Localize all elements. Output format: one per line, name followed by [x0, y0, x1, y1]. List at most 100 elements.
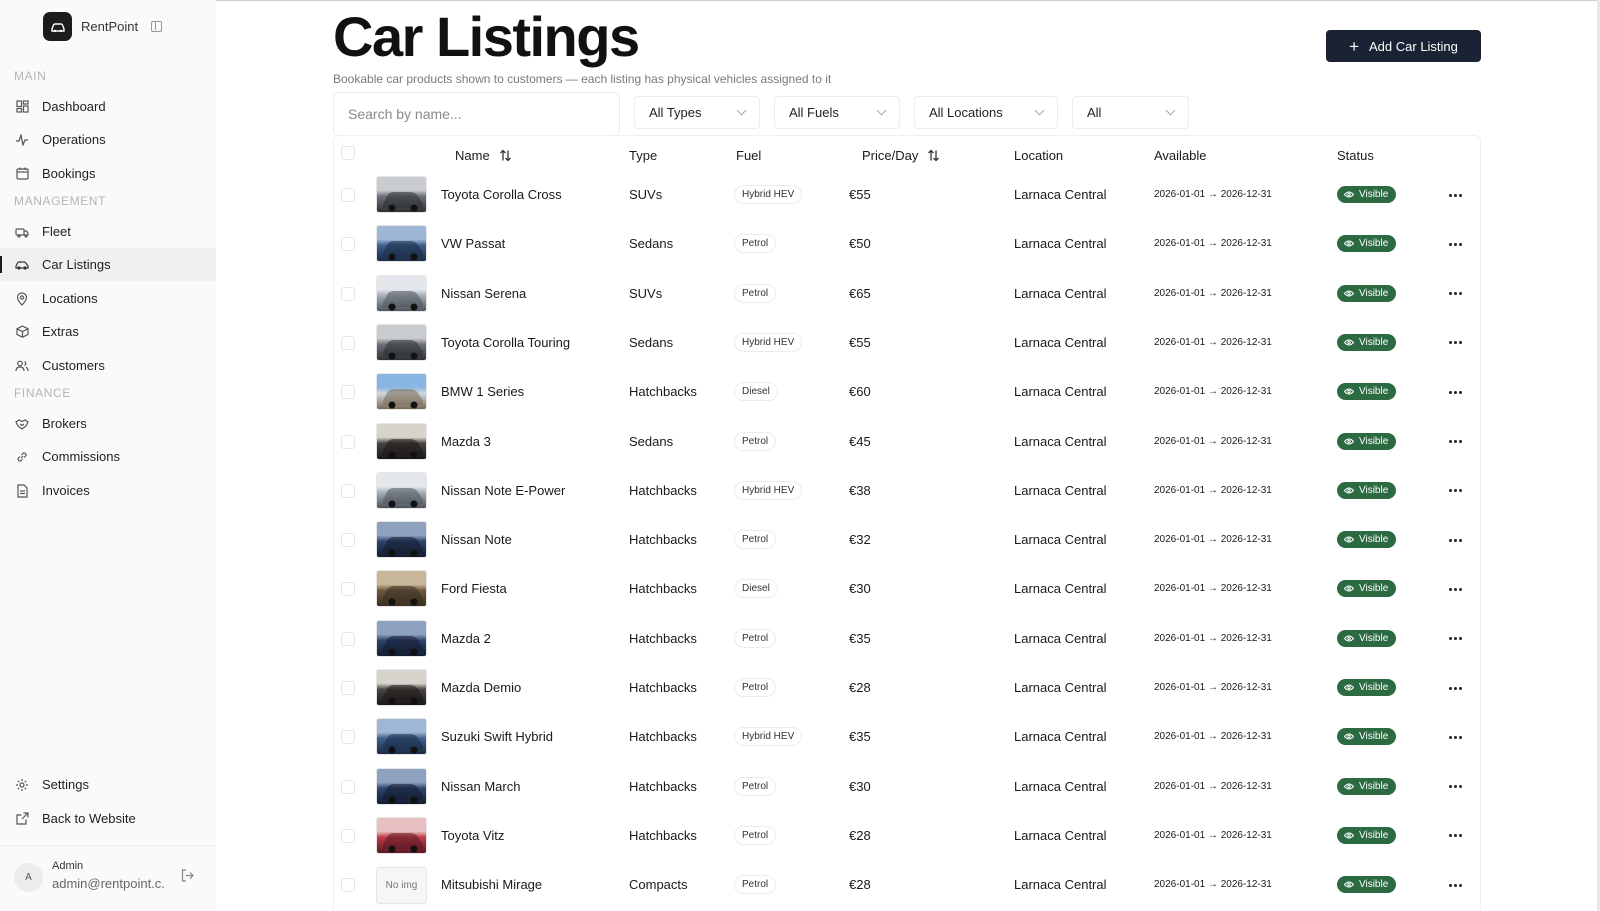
sidebar-item-commissions[interactable]: Commissions — [0, 440, 216, 473]
row-actions-menu-icon[interactable] — [1445, 681, 1465, 695]
listing-name[interactable]: Toyota Vitz — [441, 828, 504, 843]
table-row[interactable]: Toyota Corolla Touring Sedans Hybrid HEV… — [334, 318, 1480, 368]
fuel-filter-select[interactable]: All Fuels — [774, 96, 900, 129]
status-badge[interactable]: Visible — [1337, 629, 1397, 647]
row-checkbox[interactable] — [341, 779, 355, 794]
status-badge[interactable]: Visible — [1337, 284, 1397, 302]
sidebar-item-customers[interactable]: Customers — [0, 349, 216, 382]
sidebar-item-brokers[interactable]: Brokers — [0, 407, 216, 440]
row-checkbox[interactable] — [341, 237, 355, 252]
search-input[interactable] — [333, 92, 620, 136]
sidebar-item-dashboard[interactable]: Dashboard — [0, 90, 216, 123]
listing-name[interactable]: Ford Fiesta — [441, 581, 507, 596]
listing-name[interactable]: Nissan March — [441, 779, 520, 794]
table-row[interactable]: Nissan Note Hatchbacks Petrol €32 Larnac… — [334, 515, 1480, 565]
listing-name[interactable]: Nissan Note E-Power — [441, 483, 565, 498]
row-actions-menu-icon[interactable] — [1445, 730, 1465, 744]
status-badge[interactable]: Visible — [1337, 580, 1397, 598]
row-actions-menu-icon[interactable] — [1445, 237, 1465, 251]
avatar[interactable]: A — [14, 863, 43, 892]
row-checkbox[interactable] — [341, 188, 355, 202]
row-checkbox[interactable] — [341, 385, 355, 400]
sidebar-item-settings[interactable]: Settings — [0, 768, 216, 801]
row-actions-menu-icon[interactable] — [1445, 533, 1465, 547]
table-row[interactable]: Mazda Demio Hatchbacks Petrol €28 Larnac… — [334, 663, 1480, 713]
table-row[interactable]: Suzuki Swift Hybrid Hatchbacks Hybrid HE… — [334, 712, 1480, 762]
table-row[interactable]: Nissan Note E-Power Hatchbacks Hybrid HE… — [334, 466, 1480, 516]
type-filter-select[interactable]: All Types — [634, 96, 760, 129]
table-row[interactable]: BMW 1 Series Hatchbacks Diesel €60 Larna… — [334, 367, 1480, 417]
row-actions-menu-icon[interactable] — [1445, 336, 1465, 350]
listing-name[interactable]: Toyota Corolla Touring — [441, 335, 570, 350]
row-actions-menu-icon[interactable] — [1445, 582, 1465, 596]
status-badge[interactable]: Visible — [1337, 481, 1397, 499]
table-row[interactable]: Mazda 3 Sedans Petrol €45 Larnaca Centra… — [334, 417, 1480, 467]
column-header-price[interactable]: Price/Day — [862, 148, 940, 163]
row-actions-menu-icon[interactable] — [1445, 632, 1465, 646]
row-checkbox[interactable] — [341, 483, 355, 498]
table-row[interactable]: Mazda 2 Hatchbacks Petrol €35 Larnaca Ce… — [334, 614, 1480, 664]
table-row[interactable]: Toyota Vitz Hatchbacks Petrol €28 Larnac… — [334, 811, 1480, 861]
sort-icon[interactable] — [927, 149, 940, 162]
row-checkbox[interactable] — [341, 730, 355, 745]
sidebar-item-back-to-website[interactable]: Back to Website — [0, 802, 216, 835]
status-badge[interactable]: Visible — [1337, 531, 1397, 549]
status-badge[interactable]: Visible — [1337, 432, 1397, 450]
sidebar-item-fleet[interactable]: Fleet — [0, 215, 216, 248]
sidebar-item-extras[interactable]: Extras — [0, 315, 216, 348]
row-checkbox[interactable] — [341, 631, 355, 646]
sidebar-toggle-icon[interactable] — [151, 21, 163, 32]
logout-icon[interactable] — [181, 869, 194, 887]
status-badge[interactable]: Visible — [1337, 383, 1397, 401]
sidebar-item-operations[interactable]: Operations — [0, 123, 216, 156]
row-checkbox[interactable] — [341, 681, 355, 695]
row-checkbox[interactable] — [341, 582, 355, 597]
visibility-filter-select[interactable]: All — [1072, 96, 1189, 129]
status-badge[interactable]: Visible — [1337, 728, 1397, 746]
listing-name[interactable]: Toyota Corolla Cross — [441, 187, 562, 202]
row-actions-menu-icon[interactable] — [1445, 287, 1465, 301]
brand[interactable]: RentPoint — [43, 12, 163, 41]
listing-name[interactable]: Mitsubishi Mirage — [441, 877, 542, 892]
add-car-listing-button[interactable]: + Add Car Listing — [1326, 30, 1481, 62]
status-badge[interactable]: Visible — [1337, 235, 1397, 253]
sidebar-item-invoices[interactable]: Invoices — [0, 474, 216, 507]
status-badge[interactable]: Visible — [1337, 186, 1397, 203]
row-actions-menu-icon[interactable] — [1445, 385, 1465, 399]
table-row[interactable]: VW Passat Sedans Petrol €50 Larnaca Cent… — [334, 219, 1480, 269]
row-actions-menu-icon[interactable] — [1445, 878, 1465, 892]
table-row[interactable]: No img Mitsubishi Mirage Compacts Petrol… — [334, 860, 1480, 910]
row-actions-menu-icon[interactable] — [1445, 484, 1465, 498]
table-row[interactable]: Nissan Serena SUVs Petrol €65 Larnaca Ce… — [334, 269, 1480, 319]
listing-name[interactable]: BMW 1 Series — [441, 384, 524, 399]
status-badge[interactable]: Visible — [1337, 777, 1397, 795]
sidebar-item-car-listings[interactable]: Car Listings — [0, 248, 216, 281]
sort-icon[interactable] — [499, 149, 512, 162]
row-checkbox[interactable] — [341, 878, 355, 893]
row-checkbox[interactable] — [341, 335, 355, 350]
status-badge[interactable]: Visible — [1337, 679, 1397, 696]
row-checkbox[interactable] — [341, 434, 355, 449]
listing-name[interactable]: Mazda 2 — [441, 631, 491, 646]
listing-name[interactable]: Mazda Demio — [441, 680, 521, 695]
row-actions-menu-icon[interactable] — [1445, 829, 1465, 843]
listing-name[interactable]: Suzuki Swift Hybrid — [441, 729, 553, 744]
sidebar-item-bookings[interactable]: Bookings — [0, 157, 216, 190]
table-row[interactable]: Ford Fiesta Hatchbacks Diesel €30 Larnac… — [334, 564, 1480, 614]
select-all-checkbox[interactable] — [341, 146, 355, 160]
location-filter-select[interactable]: All Locations — [914, 96, 1058, 129]
listing-name[interactable]: Nissan Note — [441, 532, 512, 547]
listing-name[interactable]: VW Passat — [441, 236, 505, 251]
row-checkbox[interactable] — [341, 286, 355, 301]
table-row[interactable]: Toyota Corolla Cross SUVs Hybrid HEV €55… — [334, 170, 1480, 220]
table-row[interactable]: Nissan March Hatchbacks Petrol €30 Larna… — [334, 762, 1480, 812]
row-actions-menu-icon[interactable] — [1445, 188, 1465, 202]
row-checkbox[interactable] — [341, 828, 355, 843]
listing-name[interactable]: Nissan Serena — [441, 286, 526, 301]
row-actions-menu-icon[interactable] — [1445, 780, 1465, 794]
status-badge[interactable]: Visible — [1337, 826, 1397, 844]
row-checkbox[interactable] — [341, 533, 355, 548]
column-header-name[interactable]: Name — [455, 148, 512, 163]
sidebar-item-locations[interactable]: Locations — [0, 282, 216, 315]
status-badge[interactable]: Visible — [1337, 876, 1397, 894]
